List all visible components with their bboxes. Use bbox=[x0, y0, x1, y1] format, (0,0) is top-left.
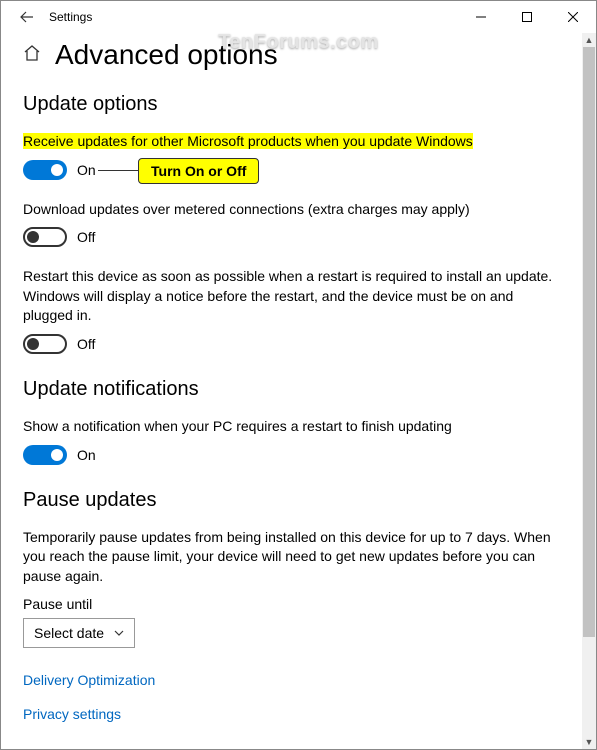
toggle-state: On bbox=[77, 447, 96, 463]
link-privacy-settings[interactable]: Privacy settings bbox=[23, 706, 564, 722]
scrollbar-up-arrow[interactable]: ▲ bbox=[582, 33, 596, 47]
toggle-row-notification: On bbox=[23, 445, 564, 465]
maximize-button[interactable] bbox=[504, 1, 550, 33]
section-pause-updates: Pause updates Temporarily pause updates … bbox=[23, 489, 564, 649]
section-title-pause: Pause updates bbox=[23, 489, 564, 512]
highlighted-label: Receive updates for other Microsoft prod… bbox=[23, 133, 473, 149]
section-update-notifications: Update notifications Show a notification… bbox=[23, 378, 564, 465]
toggle-knob bbox=[27, 338, 39, 350]
setting-label: Download updates over metered connection… bbox=[23, 200, 564, 220]
pause-description: Temporarily pause updates from being ins… bbox=[23, 528, 564, 587]
page-header: Advanced options bbox=[23, 39, 564, 71]
pause-until-dropdown[interactable]: Select date bbox=[23, 618, 135, 648]
toggle-state: Off bbox=[77, 336, 95, 352]
callout-line bbox=[98, 170, 138, 171]
toggle-row-receive-updates: On Turn On or Off bbox=[23, 160, 564, 180]
toggle-knob bbox=[51, 164, 63, 176]
toggle-knob bbox=[27, 231, 39, 243]
toggle-state: On bbox=[77, 162, 96, 178]
back-button[interactable] bbox=[9, 1, 45, 33]
toggle-restart[interactable] bbox=[23, 334, 67, 354]
toggle-state: Off bbox=[77, 229, 95, 245]
toggle-notification[interactable] bbox=[23, 445, 67, 465]
toggle-row-restart: Off bbox=[23, 334, 564, 354]
link-delivery-optimization[interactable]: Delivery Optimization bbox=[23, 672, 564, 688]
chevron-down-icon bbox=[114, 627, 124, 639]
setting-label: Receive updates for other Microsoft prod… bbox=[23, 132, 564, 152]
pause-until-label: Pause until bbox=[23, 596, 564, 612]
page-title: Advanced options bbox=[55, 39, 278, 71]
minimize-button[interactable] bbox=[458, 1, 504, 33]
setting-label: Restart this device as soon as possible … bbox=[23, 267, 564, 326]
toggle-knob bbox=[51, 449, 63, 461]
toggle-receive-updates[interactable] bbox=[23, 160, 67, 180]
toggle-metered[interactable] bbox=[23, 227, 67, 247]
callout-annotation: Turn On or Off bbox=[138, 158, 259, 184]
scrollbar-down-arrow[interactable]: ▼ bbox=[582, 735, 596, 749]
section-update-options: Update options Receive updates for other… bbox=[23, 93, 564, 354]
setting-label: Show a notification when your PC require… bbox=[23, 417, 564, 437]
scrollbar[interactable]: ▲ ▼ bbox=[582, 33, 596, 749]
content-area: Advanced options Update options Receive … bbox=[1, 33, 582, 749]
section-title-notifications: Update notifications bbox=[23, 378, 564, 401]
titlebar: Settings bbox=[1, 1, 596, 33]
scrollbar-thumb[interactable] bbox=[583, 47, 595, 637]
window-controls bbox=[458, 1, 596, 33]
section-title-update-options: Update options bbox=[23, 93, 564, 116]
dropdown-value: Select date bbox=[34, 625, 104, 641]
close-button[interactable] bbox=[550, 1, 596, 33]
home-icon[interactable] bbox=[23, 44, 41, 67]
toggle-row-metered: Off bbox=[23, 227, 564, 247]
app-title: Settings bbox=[49, 10, 92, 24]
